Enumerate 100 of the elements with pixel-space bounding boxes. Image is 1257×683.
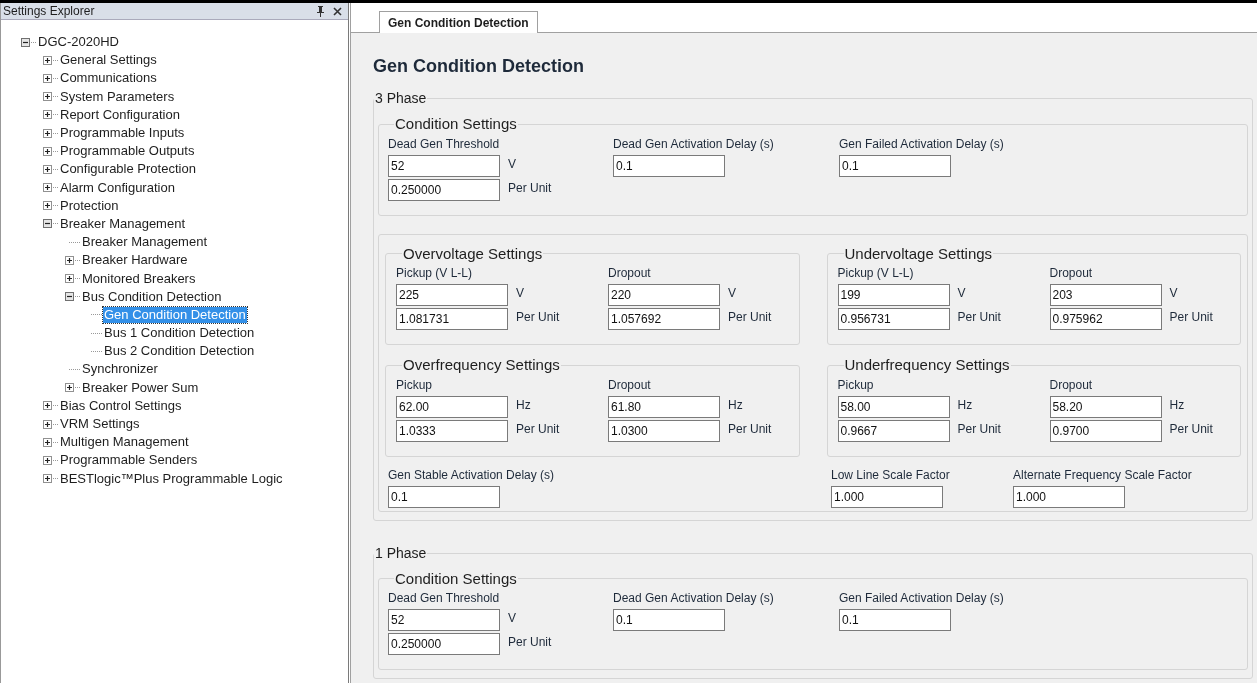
collapse-icon[interactable] bbox=[65, 292, 74, 302]
tree-item[interactable]: System Parameters bbox=[59, 88, 176, 105]
expand-icon[interactable] bbox=[43, 128, 52, 138]
unit-label: Per Unit bbox=[516, 420, 560, 438]
close-icon[interactable] bbox=[333, 6, 342, 16]
tree-item[interactable]: Bias Control Settings bbox=[59, 397, 183, 414]
input-field[interactable]: 1.0300 bbox=[608, 419, 720, 442]
unit-label: Per Unit bbox=[728, 309, 772, 326]
input-field[interactable]: 61.80 bbox=[608, 395, 720, 418]
unit-label: V bbox=[508, 610, 516, 627]
input-field[interactable]: 0.9700 bbox=[1049, 419, 1162, 442]
input-field[interactable]: 225 bbox=[396, 284, 508, 306]
expand-icon[interactable] bbox=[43, 183, 52, 193]
unit-label: Hz bbox=[728, 396, 743, 414]
input-field[interactable]: 0.1 bbox=[839, 609, 951, 631]
unit-label: Hz bbox=[957, 396, 973, 414]
input-field[interactable]: 220 bbox=[608, 284, 720, 306]
input-field[interactable]: 1.0333 bbox=[396, 419, 508, 442]
input-field[interactable]: 199 bbox=[837, 284, 950, 306]
tab[interactable]: Gen Condition Detection bbox=[379, 11, 538, 33]
tree-item[interactable]: Breaker Power Sum bbox=[81, 379, 200, 396]
unit-label: Per Unit bbox=[728, 420, 772, 438]
field-label: Dropout bbox=[1049, 376, 1094, 394]
expand-icon[interactable] bbox=[43, 401, 52, 411]
expand-icon[interactable] bbox=[43, 455, 52, 465]
input-field[interactable]: 1.000 bbox=[1013, 485, 1125, 508]
expand-icon[interactable] bbox=[43, 92, 52, 102]
tree-item[interactable]: BESTlogic™Plus Programmable Logic bbox=[59, 470, 284, 487]
expand-icon[interactable] bbox=[43, 55, 52, 65]
input-field[interactable]: 0.250000 bbox=[388, 178, 500, 201]
tree-item[interactable]: Programmable Inputs bbox=[59, 125, 186, 142]
expand-icon[interactable] bbox=[65, 274, 74, 284]
tree-item[interactable]: Programmable Outputs bbox=[59, 143, 196, 160]
expand-icon[interactable] bbox=[43, 474, 52, 484]
input-field[interactable]: 0.1 bbox=[613, 154, 725, 177]
expand-icon[interactable] bbox=[65, 255, 74, 265]
field-label: Gen Failed Activation Delay (s) bbox=[839, 135, 1005, 153]
input-field[interactable]: 0.1 bbox=[388, 485, 500, 508]
tree-item[interactable]: Bus Condition Detection bbox=[81, 288, 223, 305]
field-label: Dead Gen Activation Delay (s) bbox=[613, 590, 775, 607]
field-label: Dropout bbox=[608, 376, 652, 394]
unit-label: Per Unit bbox=[508, 179, 552, 197]
tree-item[interactable]: Breaker Hardware bbox=[81, 252, 189, 269]
field-label: Dead Gen Threshold bbox=[388, 590, 501, 607]
input-field[interactable]: 0.9667 bbox=[837, 419, 950, 442]
field-label: Dead Gen Activation Delay (s) bbox=[613, 135, 775, 153]
input-field[interactable]: 0.250000 bbox=[388, 633, 500, 655]
expand-icon[interactable] bbox=[43, 146, 52, 156]
input-field[interactable]: 1.000 bbox=[831, 485, 943, 508]
panel-title: Settings Explorer bbox=[3, 5, 95, 17]
group-title: Overvoltage Settings bbox=[402, 243, 544, 264]
tree-item[interactable]: Bus 2 Condition Detection bbox=[103, 343, 256, 360]
input-field[interactable]: 1.081731 bbox=[396, 308, 508, 330]
field-label: Pickup bbox=[837, 376, 875, 394]
expand-icon[interactable] bbox=[43, 419, 52, 429]
input-field[interactable]: 0.956731 bbox=[837, 308, 950, 330]
expand-icon[interactable] bbox=[43, 437, 52, 447]
expand-icon[interactable] bbox=[43, 164, 52, 174]
tree-item[interactable]: Protection bbox=[59, 197, 120, 214]
tree-item[interactable]: Alarm Configuration bbox=[59, 179, 176, 196]
tree-item[interactable]: Bus 1 Condition Detection bbox=[103, 325, 256, 342]
tree-item[interactable]: Monitored Breakers bbox=[81, 270, 197, 287]
input-field[interactable]: 62.00 bbox=[396, 395, 508, 418]
unit-label: V bbox=[516, 285, 524, 302]
input-field[interactable]: 0.1 bbox=[839, 154, 951, 177]
field-label: Pickup bbox=[396, 376, 434, 394]
tree-item[interactable]: Configurable Protection bbox=[59, 161, 197, 178]
input-field[interactable]: 203 bbox=[1049, 284, 1162, 306]
tree-item[interactable]: DGC-2020HD bbox=[37, 34, 120, 51]
unit-label: Per Unit bbox=[957, 309, 1001, 326]
input-field[interactable]: 0.975962 bbox=[1049, 308, 1162, 330]
input-field[interactable]: 0.1 bbox=[613, 609, 725, 631]
tree-item[interactable]: General Settings bbox=[59, 52, 158, 69]
collapse-icon[interactable] bbox=[43, 219, 52, 229]
unit-label: Per Unit bbox=[508, 634, 552, 651]
page-heading: Gen Condition Detection bbox=[373, 55, 585, 78]
expand-icon[interactable] bbox=[43, 110, 52, 120]
expand-icon[interactable] bbox=[43, 201, 52, 211]
unit-label: Per Unit bbox=[1169, 309, 1213, 326]
expand-icon[interactable] bbox=[65, 383, 74, 393]
collapse-icon[interactable] bbox=[21, 37, 30, 47]
input-field[interactable]: 58.00 bbox=[837, 395, 950, 418]
unit-label: Per Unit bbox=[957, 420, 1001, 438]
tree-item[interactable]: Breaker Management bbox=[59, 215, 186, 232]
input-field[interactable]: 58.20 bbox=[1049, 395, 1162, 418]
tree-item[interactable]: VRM Settings bbox=[59, 416, 141, 433]
tree-item[interactable]: Communications bbox=[59, 70, 158, 87]
pin-icon[interactable] bbox=[316, 5, 325, 17]
expand-icon[interactable] bbox=[43, 73, 52, 83]
input-field[interactable]: 1.057692 bbox=[608, 308, 720, 330]
unit-label: V bbox=[728, 285, 736, 302]
input-field[interactable]: 52 bbox=[388, 609, 500, 631]
tree-item[interactable]: Synchronizer bbox=[81, 361, 159, 378]
tree-item[interactable]: Programmable Senders bbox=[59, 452, 199, 469]
field-label: Pickup (V L-L) bbox=[396, 265, 474, 282]
tree-item[interactable]: Breaker Management bbox=[81, 234, 208, 251]
input-field[interactable]: 52 bbox=[388, 154, 500, 177]
field-label: Low Line Scale Factor bbox=[831, 466, 951, 484]
tree-item[interactable]: Multigen Management bbox=[59, 434, 190, 451]
tree-item[interactable]: Report Configuration bbox=[59, 106, 181, 123]
